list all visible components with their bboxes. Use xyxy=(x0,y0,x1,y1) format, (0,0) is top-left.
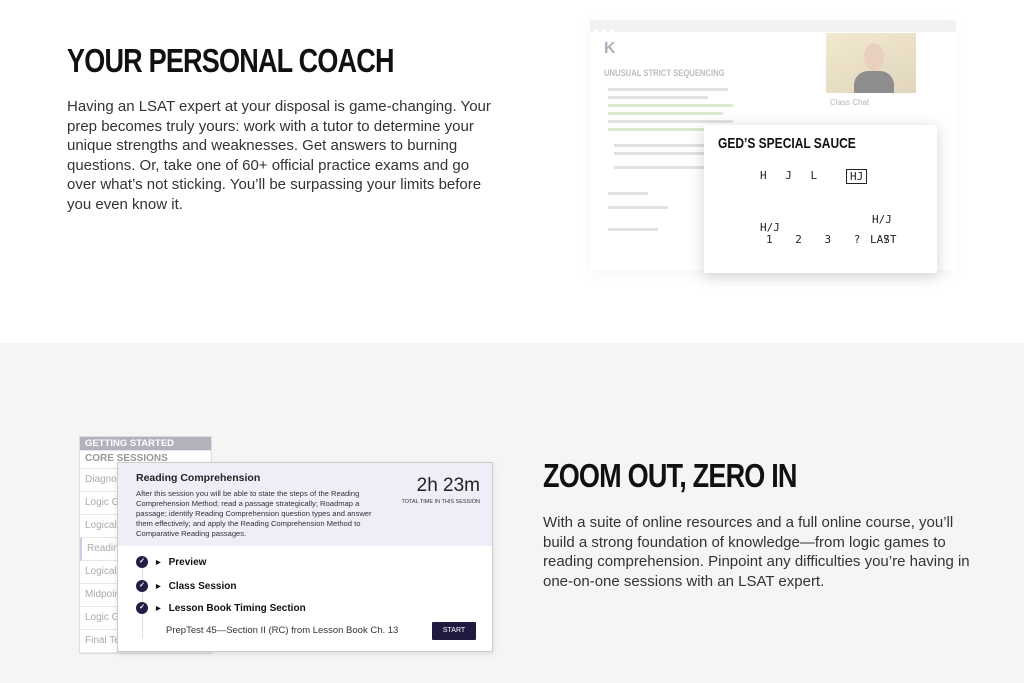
session-time: 2h 23m xyxy=(416,475,480,496)
whiteboard-card: GED’S SPECIAL SAUCE H J L HJ H/J 1 2 3 ?… xyxy=(704,125,937,273)
step-preview[interactable]: ✓ ▶ Preview xyxy=(136,556,206,568)
check-icon: ✓ xyxy=(136,556,148,568)
sidebar-header: GETTING STARTED xyxy=(80,437,211,451)
session-card: Reading Comprehension After this session… xyxy=(117,462,493,652)
tutor-video[interactable] xyxy=(826,33,916,93)
note: LAST xyxy=(870,233,897,246)
session-time-label: TOTAL TIME IN THIS SESSION xyxy=(401,499,480,505)
browser-bar xyxy=(590,20,956,33)
session-header: Reading Comprehension After this session… xyxy=(118,463,492,546)
sub-item: PrepTest 45—Section II (RC) from Lesson … xyxy=(166,625,399,636)
whiteboard-title: GED’S SPECIAL SAUCE xyxy=(718,135,856,152)
section-body: Having an LSAT expert at your disposal i… xyxy=(67,98,491,213)
lesson-heading: UNUSUAL STRICT SEQUENCING xyxy=(604,68,725,78)
step-timing-section[interactable]: ✓ ▶ Lesson Book Timing Section xyxy=(136,602,306,614)
section-title: YOUR PERSONAL COACH xyxy=(67,42,395,79)
step-class-session[interactable]: ✓ ▶ Class Session xyxy=(136,580,236,592)
caret-right-icon: ▶ xyxy=(156,605,161,612)
check-icon: ✓ xyxy=(136,602,148,614)
class-chat-label: Class Chat xyxy=(830,98,870,107)
section-body: With a suite of online resources and a f… xyxy=(543,514,970,590)
note: H J L xyxy=(760,169,824,182)
section-title: ZOOM OUT, ZERO IN xyxy=(543,457,797,494)
start-button[interactable]: START xyxy=(432,622,476,640)
note: HJ xyxy=(846,169,868,184)
caret-right-icon: ▶ xyxy=(156,583,161,590)
check-icon: ✓ xyxy=(136,580,148,592)
personal-coach-section: YOUR PERSONAL COACH Having an LSAT exper… xyxy=(0,0,1024,343)
note: H/J xyxy=(872,213,892,226)
caret-right-icon: ▶ xyxy=(156,559,161,566)
session-description: After this session you will be able to s… xyxy=(136,489,372,538)
kaplan-logo: K xyxy=(604,40,616,57)
